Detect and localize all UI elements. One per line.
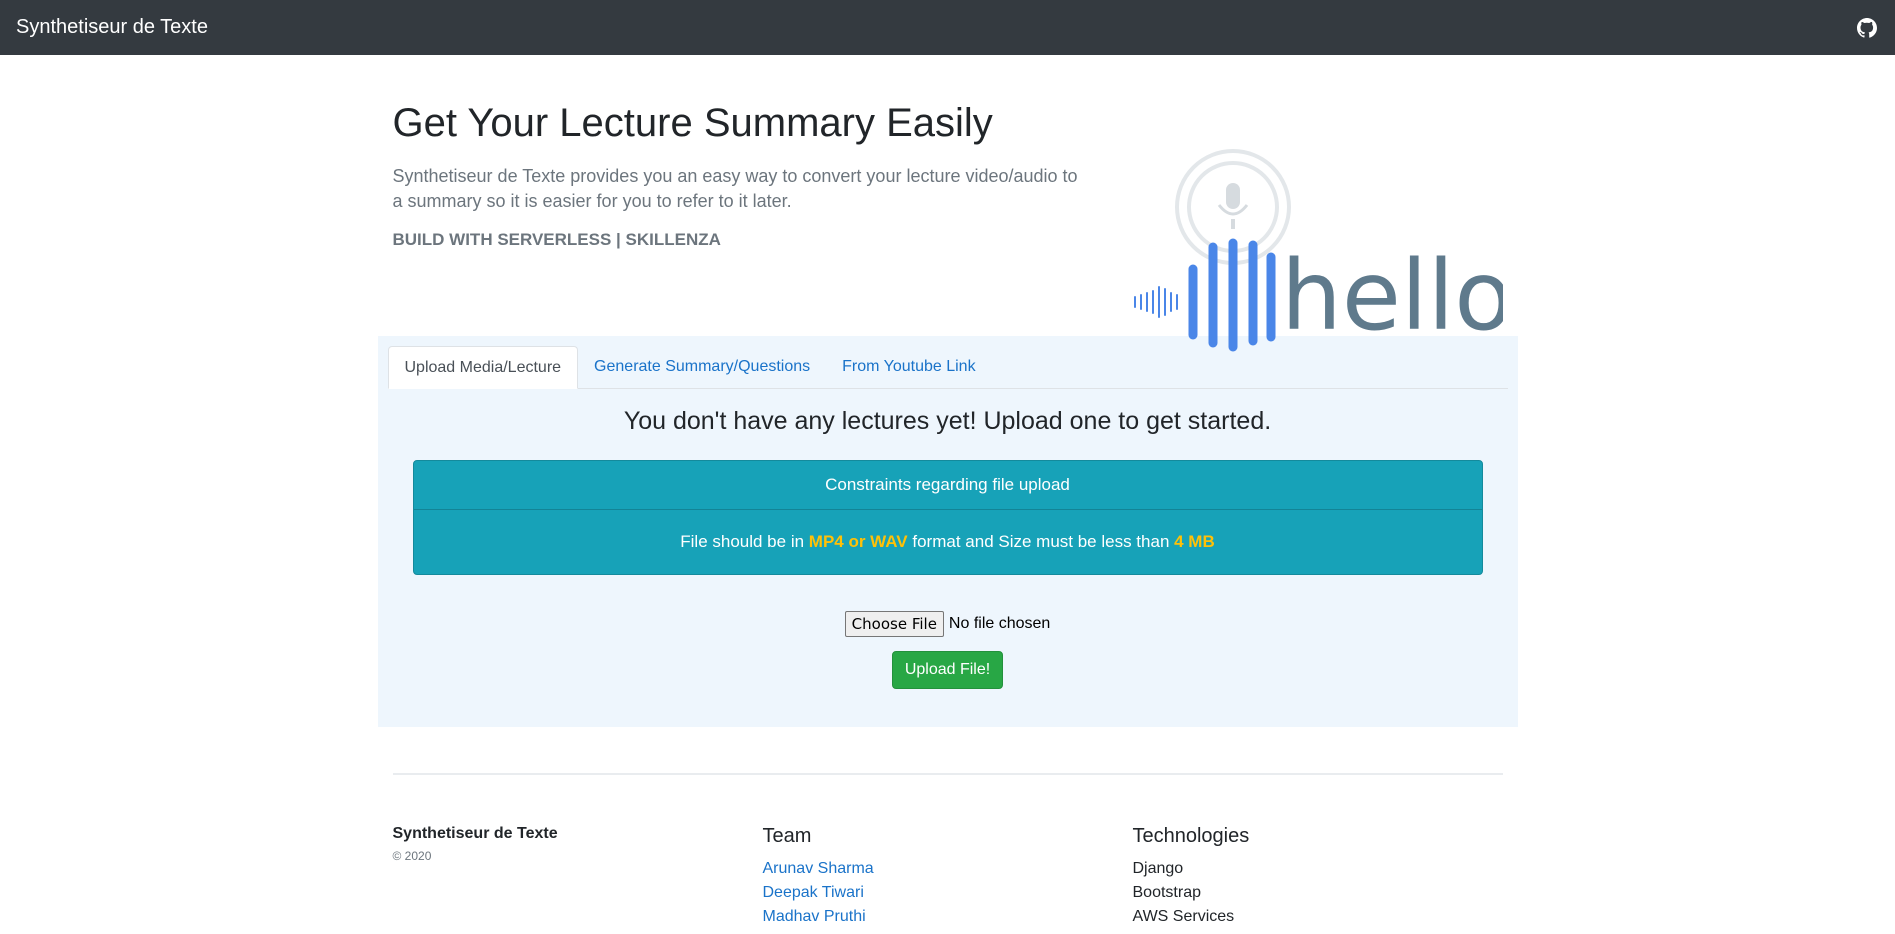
upload-form: Choose File No file chosen Upload File! [388, 611, 1508, 689]
hero-illustration: hello [1133, 149, 1512, 354]
hello-wordmark: hello [1281, 240, 1503, 352]
technology-item: AWS Services [1132, 908, 1235, 925]
constraint-middle: format and Size must be less than [907, 532, 1175, 551]
file-status: No file chosen [948, 615, 1051, 632]
footer: Synthetiseur de Texte © 2020 Team Arunav… [392, 773, 1503, 929]
empty-state-message: You don't have any lectures yet! Upload … [623, 407, 1272, 435]
footer-brand: Synthetiseur de Texte [392, 825, 558, 842]
team-member-link[interactable]: Arunav Sharma [763, 857, 1133, 881]
constraint-size: 4 MB [1174, 532, 1215, 551]
top-navbar: Synthetiseur de Texte [0, 0, 1895, 55]
team-heading: Team [762, 825, 812, 847]
constraints-text: File should be in MP4 or WAV format and … [414, 510, 1482, 574]
page-title: Get Your Lecture Summary Easily [392, 101, 993, 145]
tab-upload-media[interactable]: Upload Media/Lecture [387, 346, 579, 389]
technology-item: Django [1132, 860, 1184, 877]
technologies-heading: Technologies [1132, 825, 1250, 847]
hero-tagline: BUILD WITH SERVERLESS | SKILLENZA [392, 230, 721, 249]
navbar-brand[interactable]: Synthetiseur de Texte [16, 16, 208, 39]
constraints-title: Constraints regarding file upload [413, 461, 1482, 510]
tab-youtube-link[interactable]: From Youtube Link [826, 346, 991, 388]
choose-file-button[interactable]: Choose File [844, 611, 944, 637]
github-icon[interactable] [1855, 16, 1879, 40]
tab-generate-summary[interactable]: Generate Summary/Questions [578, 346, 826, 388]
technology-item: Bootstrap [1132, 884, 1201, 901]
lecture-panel: Upload Media/Lecture Generate Summary/Qu… [377, 336, 1518, 727]
upload-file-button[interactable]: Upload File! [891, 651, 1004, 689]
constraints-card: Constraints regarding file upload File s… [412, 460, 1483, 575]
team-member-link[interactable]: Deepak Tiwari [763, 881, 1133, 905]
hero-lead: Synthetiseur de Texte provides you an ea… [392, 166, 1078, 211]
constraint-formats: MP4 or WAV [808, 532, 908, 551]
team-member-link[interactable]: Madhav Pruthi [763, 905, 1133, 929]
hero-section: Get Your Lecture Summary Easily Syntheti… [392, 55, 1513, 352]
constraint-prefix: File should be in [680, 532, 809, 551]
footer-copyright: © 2020 [392, 849, 432, 863]
